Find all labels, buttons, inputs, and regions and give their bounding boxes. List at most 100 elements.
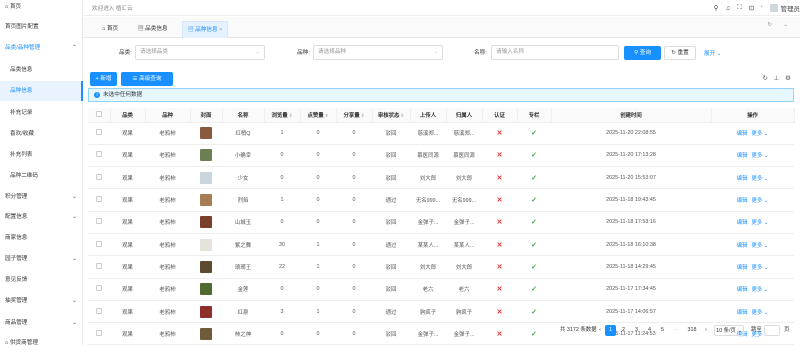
more-link[interactable]: 更多 ⌄ <box>751 198 768 204</box>
cover-image[interactable] <box>190 256 222 278</box>
more-link[interactable]: 更多 ⌄ <box>751 131 768 137</box>
add-button[interactable]: + 新增 <box>90 72 117 86</box>
sidebar-item-home[interactable]: ⌂ 首页 <box>0 0 83 17</box>
column-header[interactable]: 分享量⇕ <box>336 108 372 122</box>
edit-link[interactable]: 编辑 <box>737 131 748 137</box>
cover-image[interactable] <box>190 144 222 166</box>
refresh-icon[interactable]: ↻ <box>763 74 768 82</box>
table-row[interactable]: 观果老鸦柿金莲000驳回老六老六✕✓2025-11-17 17:34:45编辑更… <box>88 278 794 300</box>
more-link[interactable]: 更多 ⌄ <box>751 176 768 182</box>
name-input[interactable]: 请输入名称 <box>491 45 619 60</box>
row-checkbox[interactable] <box>88 122 110 144</box>
cover-image[interactable] <box>190 233 222 255</box>
sidebar-item-category-variety[interactable]: 品类/品种管理⌃ <box>0 38 83 58</box>
advanced-query-button[interactable]: ☰ 高级查询 <box>121 72 173 86</box>
lock-icon[interactable]: ⊡ <box>749 4 754 12</box>
cover-image[interactable] <box>190 189 222 211</box>
column-header[interactable]: 审核状态⇕ <box>372 108 410 122</box>
sidebar-item-supplier[interactable]: ⌂ 供货商管理 <box>0 333 83 353</box>
column-height-icon[interactable]: ⊥ <box>773 74 779 82</box>
sidebar-item-variety-info[interactable]: 品种信息 <box>0 81 83 101</box>
more-link[interactable]: 更多 ⌄ <box>751 243 768 249</box>
edit-link[interactable]: 编辑 <box>737 220 748 226</box>
bell-icon[interactable]: ♫ <box>725 5 730 12</box>
settings-icon[interactable]: ⚙ <box>785 74 791 82</box>
sidebar-item-config[interactable]: 配置信息⌄ <box>0 207 83 227</box>
cover-image[interactable] <box>190 278 222 300</box>
table-row[interactable]: 观果老鸦柿琅琊王2210驳回刘大郎刘大郎✕✓2025-11-18 14:29:4… <box>88 256 794 278</box>
page-button[interactable]: 4 <box>644 325 655 336</box>
table-row[interactable]: 观果老鸦柿红泉310通过驹疯子驹疯子✕✓2025-11-17 14:06:57编… <box>88 300 794 322</box>
cover-image[interactable] <box>190 300 222 322</box>
page-button[interactable]: 3 <box>631 325 642 336</box>
column-header[interactable]: 浏览量⇕ <box>264 108 300 122</box>
expand-link[interactable]: 展开 ⌄ <box>704 49 721 57</box>
edit-link[interactable]: 编辑 <box>737 287 748 293</box>
prev-page-icon[interactable]: ‹ <box>596 325 604 336</box>
more-link[interactable]: 更多 ⌄ <box>751 310 768 316</box>
page-size-select[interactable]: 10 条/页 ⌄ <box>714 325 744 336</box>
page-button[interactable]: 318 <box>685 325 699 336</box>
table-row[interactable]: 观果老鸦柿红梢Q100驳回慈溪郑...慈溪郑...✕✓2025-11-20 22… <box>88 122 794 144</box>
sidebar-item-home-image-config[interactable]: 首页图片配置 <box>0 17 83 37</box>
edit-link[interactable]: 编辑 <box>737 176 748 182</box>
row-checkbox[interactable] <box>88 300 110 322</box>
table-row[interactable]: 观果老鸦柿少女000驳回刘大郎刘大郎✕✓2025-11-20 15:53:07编… <box>88 167 794 189</box>
select-all-checkbox[interactable] <box>88 108 110 122</box>
translate-icon[interactable]: ʹ <box>761 5 762 12</box>
sidebar-item-goods[interactable]: 商品管理⌄ <box>0 313 83 333</box>
table-row[interactable]: 观果老鸦柿小确幸000驳回慕医同源慕医同源✕✓2025-11-20 17:13:… <box>88 144 794 166</box>
row-checkbox[interactable] <box>88 144 110 166</box>
sidebar-item-supplement-list[interactable]: 补充列表 <box>0 145 83 165</box>
more-link[interactable]: 更多 ⌄ <box>751 287 768 293</box>
edit-link[interactable]: 编辑 <box>737 153 748 159</box>
cover-image[interactable] <box>190 167 222 189</box>
edit-link[interactable]: 编辑 <box>737 265 748 271</box>
user-name[interactable]: 管理员 <box>781 3 800 13</box>
more-link[interactable]: 更多 ⌄ <box>751 220 768 226</box>
tab-category-info[interactable]: ▤ 品类信息 <box>133 21 173 38</box>
search-button[interactable]: ⚲ 查询 <box>624 46 661 60</box>
row-checkbox[interactable] <box>88 189 110 211</box>
chevron-down-icon[interactable]: ⌄ <box>783 22 788 28</box>
cover-image[interactable] <box>190 211 222 233</box>
sidebar-item-lottery[interactable]: 抽奖管理⌄ <box>0 291 83 311</box>
row-checkbox[interactable] <box>88 256 110 278</box>
row-checkbox[interactable] <box>88 278 110 300</box>
close-icon[interactable]: × <box>219 27 222 33</box>
reset-button[interactable]: ↻ 重置 <box>664 46 696 60</box>
row-checkbox[interactable] <box>88 211 110 233</box>
sidebar-item-likes[interactable]: 喜欢/收藏 <box>0 124 83 144</box>
sidebar-item-feedback[interactable]: 意见反馈 <box>0 270 83 290</box>
table-row[interactable]: 观果老鸦柿山城玉000驳回金弹子...金弹子...✕✓2025-11-18 17… <box>88 211 794 233</box>
search-icon[interactable]: ⚲ <box>714 4 719 12</box>
sidebar-item-category-info[interactable]: 品类信息 <box>0 60 83 80</box>
table-row[interactable]: 观果老鸦柿紫之舞3010通过某某人...某某人...✕✓2025-11-18 1… <box>88 233 794 255</box>
page-button[interactable]: 1 <box>605 325 616 336</box>
sidebar-item-garden[interactable]: 园子管理⌄ <box>0 249 83 269</box>
category-select[interactable]: 请选择品类⌄ <box>135 45 265 60</box>
next-page-icon[interactable]: › <box>702 325 710 336</box>
sidebar-item-supplement-records[interactable]: 补充记录 <box>0 103 83 123</box>
goto-input[interactable] <box>764 325 780 336</box>
edit-link[interactable]: 编辑 <box>737 243 748 249</box>
page-button[interactable]: 5 <box>657 325 668 336</box>
table-row[interactable]: 观果老鸦柿烈焰100通过无名999...无名999...✕✓2025-11-18… <box>88 189 794 211</box>
avatar[interactable] <box>770 4 778 12</box>
edit-link[interactable]: 编辑 <box>737 198 748 204</box>
tab-variety-info[interactable]: ▤ 品种信息 × <box>182 21 228 38</box>
page-ellipsis[interactable]: ··· <box>670 325 683 336</box>
cover-image[interactable] <box>190 122 222 144</box>
row-checkbox[interactable] <box>88 167 110 189</box>
variety-select[interactable]: 请选择品种⌄ <box>313 45 443 60</box>
more-link[interactable]: 更多 ⌄ <box>751 265 768 271</box>
tab-home[interactable]: ⌂ 首页 <box>97 21 123 38</box>
edit-link[interactable]: 编辑 <box>737 310 748 316</box>
column-header[interactable]: 点赞量⇕ <box>300 108 336 122</box>
row-checkbox[interactable] <box>88 233 110 255</box>
sidebar-item-merchant[interactable]: 商家信息 <box>0 228 83 248</box>
sidebar-item-points[interactable]: 积分管理⌄ <box>0 187 83 207</box>
refresh-icon[interactable]: ↻ <box>767 22 772 28</box>
sidebar-item-qrcode[interactable]: 品种二维码 <box>0 166 83 186</box>
fullscreen-icon[interactable]: ⛶ <box>737 4 742 12</box>
